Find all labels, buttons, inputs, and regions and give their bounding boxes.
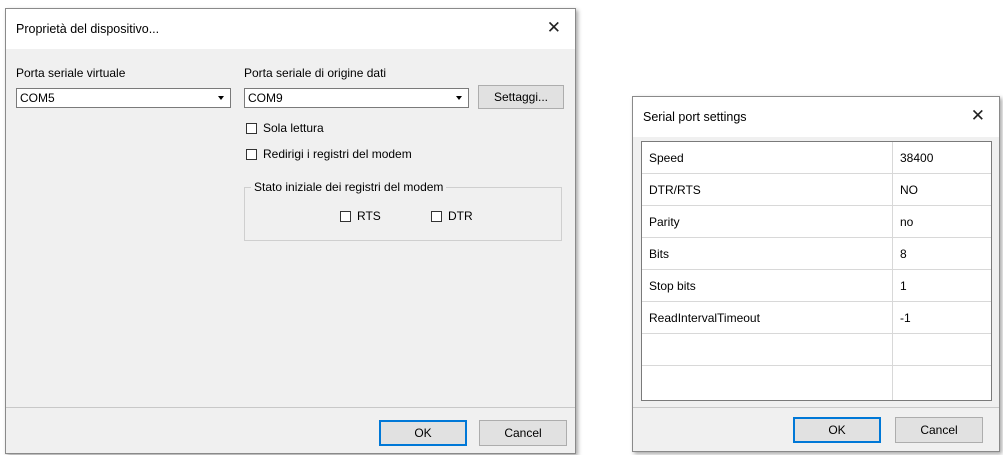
settings-row[interactable]: DTR/RTS NO [642,174,991,206]
close-icon[interactable]: ✕ [971,106,985,126]
read-only-checkbox-box[interactable] [246,122,257,134]
setting-name: Speed [649,151,684,165]
settings-row-empty [642,366,991,398]
serial-port-settings-dialog: Serial port settings ✕ Speed 38400 DTR/R… [632,96,1000,452]
device-dialog-titlebar: Proprietà del dispositivo... ✕ [6,9,575,49]
virtual-port-select[interactable]: COM5 [16,88,231,108]
initial-state-legend: Stato iniziale dei registri del modem [251,180,447,194]
redirect-modem-checkbox-box[interactable] [246,148,257,160]
settings-row[interactable]: Bits 8 [642,238,991,270]
source-port-select[interactable]: COM9 [244,88,469,108]
settings-row-empty [642,334,991,366]
setting-value[interactable]: NO [900,183,918,197]
virtual-port-label: Porta seriale virtuale [16,66,126,80]
redirect-modem-checkbox[interactable]: Redirigi i registri del modem [246,147,412,161]
dtr-label: DTR [448,209,473,223]
setting-value[interactable]: -1 [900,311,911,325]
settings-row[interactable]: Speed 38400 [642,142,991,174]
setting-name: Parity [649,215,680,229]
setting-value[interactable]: 1 [900,279,907,293]
settings-row[interactable]: Stop bits 1 [642,270,991,302]
rts-checkbox-box[interactable] [340,210,351,222]
close-icon[interactable]: ✕ [547,18,561,38]
read-only-checkbox[interactable]: Sola lettura [246,121,324,135]
setting-value[interactable]: 38400 [900,151,933,165]
ok-button[interactable]: OK [379,420,467,446]
serial-dialog-title: Serial port settings [643,110,747,124]
chevron-down-icon[interactable] [451,90,467,106]
device-properties-dialog: Proprietà del dispositivo... ✕ Porta ser… [5,8,576,454]
read-only-label: Sola lettura [263,121,324,135]
dtr-checkbox[interactable]: DTR [431,209,473,223]
footer-divider [633,407,999,408]
setting-value[interactable]: 8 [900,247,907,261]
redirect-modem-label: Redirigi i registri del modem [263,147,412,161]
virtual-port-value: COM5 [20,91,55,105]
settings-grid: Speed 38400 DTR/RTS NO Parity no Bits 8 … [641,141,992,401]
setting-name: ReadIntervalTimeout [649,311,760,325]
initial-state-group: Stato iniziale dei registri del modem RT… [244,180,562,241]
rts-label: RTS [357,209,381,223]
settings-button[interactable]: Settaggi... [478,85,564,109]
setting-name: Stop bits [649,279,696,293]
source-port-value: COM9 [248,91,283,105]
setting-value[interactable]: no [900,215,913,229]
footer-divider [6,407,575,408]
source-port-label: Porta seriale di origine dati [244,66,387,80]
cancel-button[interactable]: Cancel [895,417,983,443]
settings-row[interactable]: Parity no [642,206,991,238]
settings-row[interactable]: ReadIntervalTimeout -1 [642,302,991,334]
serial-dialog-titlebar: Serial port settings ✕ [633,97,999,137]
dtr-checkbox-box[interactable] [431,210,442,222]
ok-button[interactable]: OK [793,417,881,443]
chevron-down-icon[interactable] [213,90,229,106]
cancel-button[interactable]: Cancel [479,420,567,446]
setting-name: DTR/RTS [649,183,701,197]
setting-name: Bits [649,247,670,261]
rts-checkbox[interactable]: RTS [340,209,381,223]
device-dialog-title: Proprietà del dispositivo... [16,22,160,36]
